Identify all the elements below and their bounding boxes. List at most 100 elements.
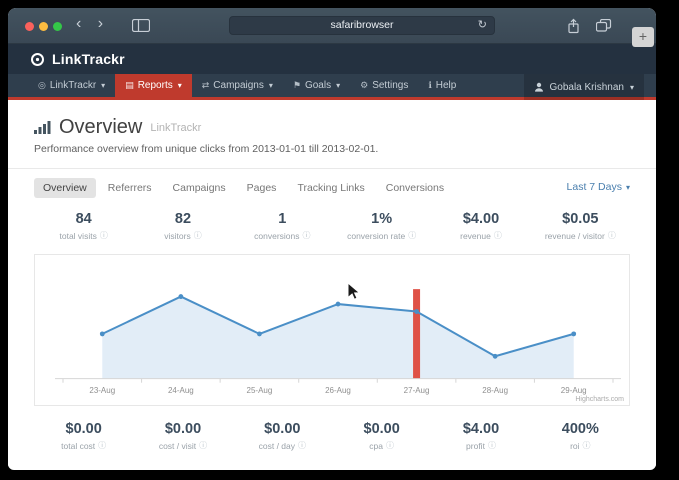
minimize-window-button[interactable] bbox=[39, 22, 48, 31]
tab-overview[interactable]: Overview bbox=[34, 178, 96, 198]
data-point bbox=[571, 331, 576, 336]
info-icon[interactable]: ⓘ bbox=[408, 230, 416, 241]
nav-item-label: Help bbox=[436, 80, 457, 91]
address-bar[interactable]: safaribrowser ↻ bbox=[229, 16, 495, 35]
stats-row-top: 84total visitsⓘ82visitorsⓘ1conversionsⓘ1… bbox=[8, 198, 656, 241]
nav-item-help[interactable]: ℹ Help bbox=[418, 74, 466, 97]
caret-down-icon: ▾ bbox=[626, 183, 630, 192]
stat-value: $0.00 bbox=[133, 421, 232, 437]
tab-tracking-links[interactable]: Tracking Links bbox=[288, 178, 373, 198]
stat-visitors: 82visitorsⓘ bbox=[133, 211, 232, 241]
x-axis-label: 27-Aug bbox=[404, 386, 430, 395]
browser-window: ‹ › safaribrowser ↻ + bbox=[8, 8, 656, 470]
stat-value: $0.00 bbox=[332, 421, 431, 437]
info-icon[interactable]: ⓘ bbox=[194, 230, 202, 241]
info-icon[interactable]: ⓘ bbox=[199, 440, 207, 451]
stat-conversions: 1conversionsⓘ bbox=[233, 211, 332, 241]
tabs-overview-icon bbox=[596, 19, 612, 32]
nav-item-campaigns[interactable]: ⇄Campaigns▾ bbox=[192, 74, 283, 97]
nav-item-reports[interactable]: ▤Reports▾ bbox=[115, 74, 192, 97]
stat-label-text: cost / day bbox=[259, 441, 295, 451]
back-button[interactable]: ‹ bbox=[76, 15, 81, 32]
nav-items: ◎LinkTrackr▾▤Reports▾⇄Campaigns▾⚑Goals▾⚙… bbox=[28, 74, 466, 97]
stat-value: 400% bbox=[531, 421, 630, 437]
caret-down-icon: ▾ bbox=[336, 81, 340, 90]
stat-label-text: visitors bbox=[164, 231, 190, 241]
x-axis-label: 23-Aug bbox=[89, 386, 115, 395]
info-icon[interactable]: ⓘ bbox=[303, 230, 311, 241]
tab-conversions[interactable]: Conversions bbox=[377, 178, 453, 198]
sidebar-toggle-button[interactable] bbox=[132, 19, 150, 37]
x-axis-label: 24-Aug bbox=[168, 386, 194, 395]
bar-chart-icon bbox=[34, 121, 51, 134]
user-name: Gobala Krishnan bbox=[549, 82, 624, 93]
tab-campaigns[interactable]: Campaigns bbox=[164, 178, 235, 198]
data-point bbox=[257, 331, 262, 336]
sidebar-icon bbox=[132, 19, 150, 32]
tab-referrers[interactable]: Referrers bbox=[99, 178, 161, 198]
share-button[interactable] bbox=[567, 18, 580, 39]
app-nav: ◎LinkTrackr▾▤Reports▾⇄Campaigns▾⚑Goals▾⚙… bbox=[8, 74, 656, 100]
goals-icon: ⚑ bbox=[293, 80, 301, 91]
stat-label: cost / dayⓘ bbox=[233, 440, 332, 451]
nav-item-goals[interactable]: ⚑ Goals ▾ bbox=[283, 74, 350, 97]
info-icon[interactable]: ⓘ bbox=[100, 230, 108, 241]
nav-item-label: Goals bbox=[305, 80, 331, 91]
caret-down-icon: ▾ bbox=[178, 81, 182, 90]
info-icon[interactable]: ⓘ bbox=[98, 440, 106, 451]
stat-label-text: conversion rate bbox=[347, 231, 405, 241]
x-axis-label: 26-Aug bbox=[325, 386, 351, 395]
stat-label-text: total visits bbox=[60, 231, 97, 241]
stat-value: $4.00 bbox=[431, 421, 530, 437]
forward-button[interactable]: › bbox=[98, 15, 103, 32]
info-icon[interactable]: ⓘ bbox=[608, 230, 616, 241]
stat-label-text: conversions bbox=[254, 231, 299, 241]
info-icon[interactable]: ⓘ bbox=[583, 440, 591, 451]
nav-item-label: Campaigns bbox=[213, 80, 264, 91]
x-axis-label: 25-Aug bbox=[247, 386, 273, 395]
zoom-window-button[interactable] bbox=[53, 22, 62, 31]
stat-label-text: revenue bbox=[460, 231, 491, 241]
stat-total-visits: 84 total visitsⓘ bbox=[34, 211, 133, 241]
chart-plot-area: 23-Aug24-Aug25-Aug26-Aug27-Aug28-Aug29-A… bbox=[35, 255, 629, 405]
reload-button[interactable]: ↻ bbox=[478, 17, 487, 34]
stat-label: total visitsⓘ bbox=[34, 230, 133, 241]
nav-item-settings[interactable]: ⚙ Settings bbox=[350, 74, 418, 97]
new-tab-button[interactable]: + bbox=[632, 27, 654, 47]
stat-value: 84 bbox=[34, 211, 133, 227]
stat-value: 1% bbox=[332, 211, 431, 227]
stat-label-text: cpa bbox=[369, 441, 383, 451]
close-window-button[interactable] bbox=[25, 22, 34, 31]
info-icon[interactable]: ⓘ bbox=[298, 440, 306, 451]
info-icon[interactable]: ⓘ bbox=[494, 230, 502, 241]
data-point bbox=[100, 331, 105, 336]
page-content: Overview LinkTrackr Performance overview… bbox=[8, 100, 656, 466]
nav-item-label: Reports bbox=[138, 80, 173, 91]
page-subtitle: Performance overview from unique clicks … bbox=[34, 143, 630, 155]
help-icon: ℹ bbox=[428, 80, 431, 91]
stat-value: $0.05 bbox=[531, 211, 630, 227]
show-tabs-button[interactable] bbox=[596, 19, 612, 37]
caret-down-icon: ▾ bbox=[630, 83, 634, 92]
stat-roi: 400%roiⓘ bbox=[531, 421, 630, 451]
page-title: Overview bbox=[59, 116, 142, 139]
nav-item-label: Settings bbox=[372, 80, 408, 91]
info-icon[interactable]: ⓘ bbox=[386, 440, 394, 451]
mouse-cursor bbox=[347, 282, 360, 301]
report-tabs: OverviewReferrersCampaignsPagesTracking … bbox=[8, 169, 656, 198]
campaigns-icon: ⇄ bbox=[202, 80, 210, 91]
stats-row-bottom: $0.00total costⓘ$0.00cost / visitⓘ$0.00c… bbox=[8, 406, 656, 451]
date-range-dropdown[interactable]: Last 7 Days ▾ bbox=[567, 181, 630, 193]
nav-item-label: LinkTrackr bbox=[50, 80, 96, 91]
user-menu[interactable]: Gobala Krishnan ▾ bbox=[524, 74, 644, 100]
date-range-label: Last 7 Days bbox=[567, 181, 622, 193]
tab-pages[interactable]: Pages bbox=[238, 178, 286, 198]
caret-down-icon: ▾ bbox=[101, 81, 105, 90]
stat-label-text: revenue / visitor bbox=[545, 231, 605, 241]
stat-revenue-visitor: $0.05 revenue / visitorⓘ bbox=[531, 211, 630, 241]
stat-cost-day: $0.00cost / dayⓘ bbox=[233, 421, 332, 451]
info-icon[interactable]: ⓘ bbox=[488, 440, 496, 451]
nav-item-linktrackr[interactable]: ◎LinkTrackr▾ bbox=[28, 74, 115, 97]
stat-label: profitⓘ bbox=[431, 440, 530, 451]
settings-icon: ⚙ bbox=[360, 80, 368, 91]
